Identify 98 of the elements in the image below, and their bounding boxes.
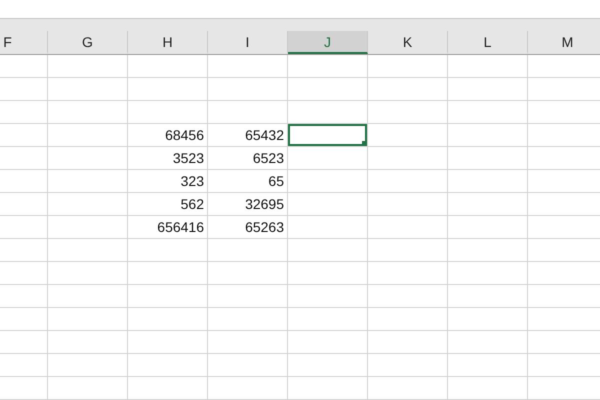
table-cell[interactable]	[128, 239, 208, 262]
column-header[interactable]: J	[288, 31, 368, 54]
table-cell[interactable]	[208, 78, 288, 101]
table-cell[interactable]: 562	[128, 193, 208, 216]
table-cell[interactable]	[448, 170, 528, 193]
table-cell[interactable]	[48, 101, 128, 124]
table-cell[interactable]: 6523	[208, 147, 288, 170]
table-cell[interactable]	[208, 101, 288, 124]
table-cell[interactable]	[208, 239, 288, 262]
table-cell[interactable]	[448, 308, 528, 331]
table-cell[interactable]	[448, 124, 528, 147]
table-cell[interactable]	[128, 101, 208, 124]
table-cell[interactable]: 656416	[128, 216, 208, 239]
table-cell[interactable]	[48, 170, 128, 193]
table-cell[interactable]	[368, 216, 448, 239]
table-cell[interactable]	[288, 147, 368, 170]
table-cell[interactable]	[448, 354, 528, 377]
fill-handle[interactable]	[362, 141, 367, 146]
column-header[interactable]: M	[528, 31, 600, 54]
table-cell[interactable]: 3523	[128, 147, 208, 170]
table-cell[interactable]	[128, 377, 208, 400]
table-cell[interactable]	[208, 285, 288, 308]
table-cell[interactable]	[48, 308, 128, 331]
table-cell[interactable]	[288, 354, 368, 377]
table-cell[interactable]	[368, 101, 448, 124]
table-cell[interactable]	[48, 147, 128, 170]
table-cell[interactable]	[48, 239, 128, 262]
table-cell[interactable]	[48, 285, 128, 308]
table-cell[interactable]	[368, 170, 448, 193]
table-cell[interactable]	[368, 124, 448, 147]
table-cell[interactable]	[208, 331, 288, 354]
table-cell[interactable]	[448, 216, 528, 239]
table-cell[interactable]	[128, 55, 208, 78]
table-cell[interactable]	[288, 331, 368, 354]
table-cell[interactable]	[368, 262, 448, 285]
table-cell[interactable]	[208, 55, 288, 78]
table-cell[interactable]	[48, 78, 128, 101]
table-cell[interactable]	[48, 377, 128, 400]
table-cell[interactable]	[48, 216, 128, 239]
table-cell[interactable]: 65432	[208, 124, 288, 147]
table-cell[interactable]	[448, 147, 528, 170]
table-cell[interactable]: 323	[128, 170, 208, 193]
table-cell[interactable]	[208, 354, 288, 377]
column-header[interactable]: K	[368, 31, 448, 54]
column-header[interactable]: G	[48, 31, 128, 54]
table-cell[interactable]	[48, 262, 128, 285]
table-cell[interactable]	[288, 262, 368, 285]
table-cell[interactable]	[368, 354, 448, 377]
table-cell[interactable]	[368, 308, 448, 331]
column-header[interactable]: F	[0, 31, 48, 54]
table-cell[interactable]	[128, 354, 208, 377]
table-cell[interactable]: 68456	[128, 124, 208, 147]
table-cell[interactable]	[208, 308, 288, 331]
table-cell[interactable]	[368, 285, 448, 308]
table-cell[interactable]	[128, 78, 208, 101]
table-cell[interactable]	[368, 55, 448, 78]
table-cell[interactable]	[208, 262, 288, 285]
table-cell[interactable]	[128, 285, 208, 308]
column-header[interactable]: L	[448, 31, 528, 54]
table-cell[interactable]	[128, 331, 208, 354]
table-cell[interactable]	[128, 308, 208, 331]
table-cell[interactable]	[448, 262, 528, 285]
table-cell[interactable]	[48, 354, 128, 377]
table-cell[interactable]	[288, 101, 368, 124]
table-cell[interactable]	[48, 331, 128, 354]
table-cell[interactable]	[288, 78, 368, 101]
table-cell[interactable]	[48, 55, 128, 78]
table-cell[interactable]	[48, 193, 128, 216]
table-cell[interactable]	[448, 78, 528, 101]
table-cell[interactable]	[448, 193, 528, 216]
table-cell[interactable]	[128, 262, 208, 285]
selected-cell[interactable]	[288, 124, 368, 147]
table-cell[interactable]	[368, 193, 448, 216]
table-cell[interactable]	[48, 124, 128, 147]
table-cell[interactable]	[288, 239, 368, 262]
table-cell[interactable]	[448, 239, 528, 262]
table-cell[interactable]	[448, 377, 528, 400]
table-cell[interactable]	[208, 377, 288, 400]
table-cell[interactable]	[368, 331, 448, 354]
table-cell[interactable]	[288, 377, 368, 400]
table-cell[interactable]	[448, 101, 528, 124]
table-cell[interactable]: 65263	[208, 216, 288, 239]
column-header[interactable]: H	[128, 31, 208, 54]
table-cell[interactable]	[288, 308, 368, 331]
table-cell[interactable]	[368, 239, 448, 262]
table-cell[interactable]	[288, 170, 368, 193]
table-cell[interactable]	[368, 377, 448, 400]
table-cell[interactable]: 32695	[208, 193, 288, 216]
table-cell[interactable]	[288, 55, 368, 78]
table-cell[interactable]	[288, 285, 368, 308]
table-cell[interactable]: 65	[208, 170, 288, 193]
table-cell[interactable]	[288, 216, 368, 239]
table-cell[interactable]	[368, 78, 448, 101]
table-cell[interactable]	[368, 147, 448, 170]
table-cell[interactable]	[288, 193, 368, 216]
table-cell[interactable]	[448, 331, 528, 354]
table-cell[interactable]	[448, 55, 528, 78]
table-cell[interactable]	[448, 285, 528, 308]
